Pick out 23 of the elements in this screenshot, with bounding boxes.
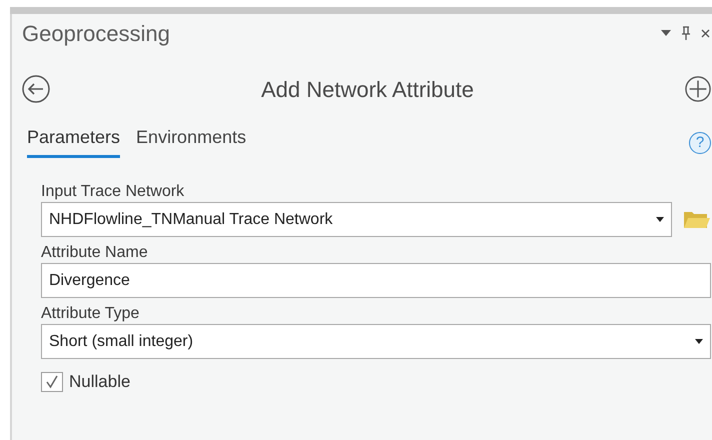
dropdown-field[interactable]: Short (small integer) (41, 324, 711, 359)
add-icon[interactable] (685, 76, 711, 102)
field-label: Attribute Name (41, 243, 148, 263)
checkbox-label: Nullable (69, 371, 130, 393)
caret-icon (656, 217, 664, 222)
caret-icon[interactable] (661, 30, 671, 36)
checkbox[interactable] (41, 372, 63, 392)
panel-title: Geoprocessing (22, 20, 170, 48)
input-field[interactable]: Divergence (41, 263, 711, 298)
caret-icon (695, 339, 703, 344)
field-label: Input Trace Network (41, 182, 184, 202)
field-value: NHDFlowline_TNManual Trace Network (49, 210, 333, 230)
close-icon[interactable] (701, 28, 710, 38)
field-value: Divergence (49, 270, 130, 290)
dropdown-field[interactable]: NHDFlowline_TNManual Trace Network (41, 202, 672, 237)
tool-title: Add Network Attribute (261, 76, 474, 102)
field-label: Attribute Type (41, 304, 140, 324)
tab[interactable]: Environments (136, 124, 246, 158)
pin-icon[interactable] (681, 26, 691, 40)
check-icon (45, 374, 59, 389)
field-value: Short (small integer) (49, 332, 194, 352)
back-icon[interactable] (22, 75, 50, 103)
tab[interactable]: Parameters (27, 124, 120, 158)
